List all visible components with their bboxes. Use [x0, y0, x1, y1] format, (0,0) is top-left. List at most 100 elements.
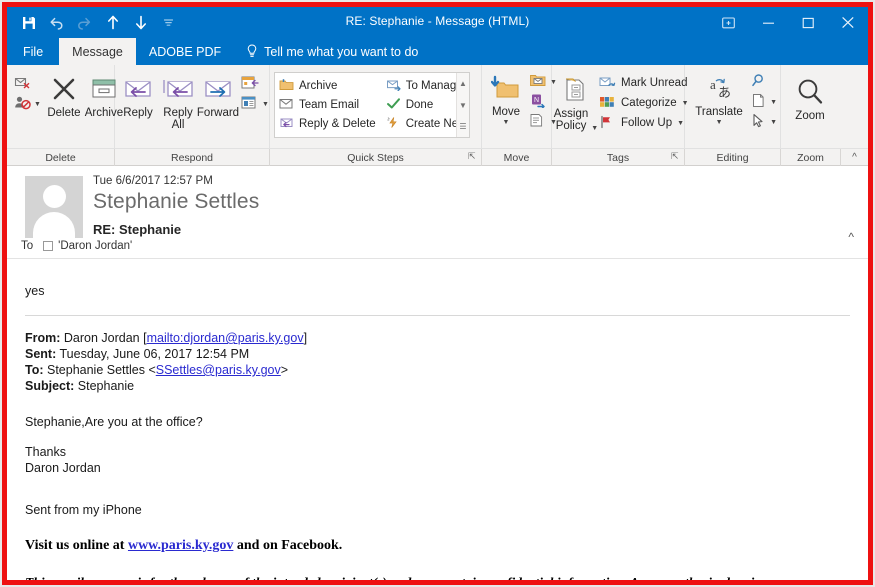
delete-label: Delete [47, 107, 81, 119]
collapse-ribbon-button[interactable]: ^ [841, 149, 868, 166]
sent-from-device: Sent from my iPhone [25, 503, 142, 517]
meeting-icon [241, 75, 259, 94]
done-check-icon [386, 97, 401, 113]
select-caret[interactable]: ▼ [770, 119, 777, 126]
quick-step-to-manager[interactable]: To Manager [386, 76, 466, 95]
quick-steps-scroll-up-icon[interactable]: ▲ [457, 73, 469, 94]
quick-step-reply-and-delete[interactable]: Reply & Delete [279, 114, 376, 133]
maximize-icon[interactable] [788, 7, 828, 38]
quick-step-done[interactable]: Done [386, 95, 467, 114]
quoted-header-sent: Sent: Tuesday, June 06, 2017 12:54 PM [25, 346, 850, 362]
follow-up-caret[interactable]: ▼ [677, 120, 684, 127]
select-button[interactable]: ▼ [748, 112, 780, 132]
move-button[interactable]: Move ▼ [486, 69, 526, 126]
to-manager-icon [386, 78, 401, 94]
group-label-quick-steps: Quick Steps ⇱ [270, 149, 482, 166]
quoted-headers: From: Daron Jordan [mailto:djordan@paris… [25, 330, 850, 394]
categorize-icon [599, 95, 616, 112]
ribbon-tab-strip: File Message ADOBE PDF Tell me what you … [7, 38, 868, 65]
quoted-from-key: From: [25, 331, 61, 345]
tab-adobe-pdf[interactable]: ADOBE PDF [136, 38, 234, 65]
quick-step-team-email[interactable]: Team Email [279, 95, 376, 114]
categorize-button[interactable]: Categorize ▼ [596, 93, 692, 113]
junk-dropdown-caret[interactable]: ▼ [34, 101, 41, 108]
visit-prefix: Visit us online at [25, 538, 128, 553]
find-button[interactable] [748, 72, 780, 92]
quick-steps-gallery: Archive Team Email Reply & Delete To Man… [274, 72, 470, 138]
create-new-icon [386, 116, 401, 132]
to-recipient-name: 'Daron Jordan' [58, 240, 133, 252]
recipient-presence-checkbox[interactable] [43, 241, 54, 251]
move-to-folder-icon [279, 78, 294, 94]
more-respond-button[interactable]: ▼ [238, 94, 272, 114]
avatar-head [43, 185, 66, 208]
find-related-caret[interactable]: ▼ [770, 99, 777, 106]
group-label-delete: Delete [7, 149, 115, 166]
quick-steps-dialog-launcher-icon[interactable]: ⇱ [468, 152, 477, 161]
more-respond-caret[interactable]: ▼ [262, 101, 269, 108]
quick-step-create-new[interactable]: Create New [386, 114, 467, 133]
group-label-editing: Editing [685, 149, 781, 166]
mark-unread-label: Mark Unread [621, 77, 688, 89]
chevron-up-icon: ^ [852, 152, 857, 163]
archive-box-icon [91, 72, 117, 106]
to-recipient-chip[interactable]: 'Daron Jordan' [43, 240, 132, 252]
tab-message[interactable]: Message [59, 38, 136, 65]
quick-steps-scroll-down-icon[interactable]: ▼ [457, 95, 469, 116]
translate-button[interactable]: aあ Translate ▼ [690, 69, 748, 126]
annotation-red-border: RE: Stephanie - Message (HTML) File Mess… [2, 2, 873, 585]
reply-all-button[interactable]: Reply All [158, 69, 198, 131]
delete-x-icon [51, 72, 77, 106]
lightbulb-icon [246, 44, 258, 59]
quoted-signer: Daron Jordan [25, 461, 101, 475]
translate-caret[interactable]: ▼ [716, 119, 723, 126]
ribbon-group-editing: aあ Translate ▼ ▼ ▼ [685, 65, 781, 149]
meeting-button[interactable] [238, 74, 272, 94]
reply-button[interactable]: Reply [118, 69, 158, 119]
move-dropdown-caret[interactable]: ▼ [503, 119, 510, 126]
zoom-button[interactable]: Zoom [781, 69, 839, 122]
website-link[interactable]: www.paris.ky.gov [128, 538, 233, 553]
message-header-collapse-chevron-up-icon[interactable]: ^ [848, 230, 854, 244]
minimize-icon[interactable] [748, 7, 788, 38]
ribbon-group-zoom: Zoom [781, 65, 841, 149]
ribbon-group-quick-steps: Archive Team Email Reply & Delete To Man… [270, 65, 482, 149]
ribbon-display-options-icon[interactable] [708, 7, 748, 38]
junk-icon [14, 95, 31, 113]
reply-all-label-line2: All [171, 119, 185, 131]
junk-button[interactable]: ▼ [11, 94, 44, 114]
tab-file[interactable]: File [7, 38, 59, 65]
reply-text: yes [25, 284, 45, 298]
quick-steps-more-icon[interactable]: ☰ [457, 116, 469, 137]
ribbon-group-respond: Reply Reply All Forward ▼ [115, 65, 270, 149]
quoted-to-value: Stephanie Settles < [43, 363, 156, 377]
quick-step-archive[interactable]: Archive [279, 76, 376, 95]
screenshot-root: RE: Stephanie - Message (HTML) File Mess… [0, 0, 875, 587]
ignore-button[interactable] [11, 74, 44, 94]
select-cursor-icon [751, 113, 767, 131]
team-email-icon [279, 97, 294, 113]
quick-step-done-label: Done [405, 98, 434, 111]
quick-steps-column-2: To Manager Done Create New [376, 73, 467, 137]
sender-mailto-link[interactable]: mailto:djordan@paris.ky.gov [147, 331, 304, 345]
follow-up-label: Follow Up [621, 117, 673, 129]
delete-button[interactable]: Delete [44, 69, 84, 119]
close-icon[interactable] [828, 7, 868, 38]
follow-up-button[interactable]: Follow Up ▼ [596, 113, 692, 133]
translate-icon: aあ [703, 71, 735, 105]
assign-policy-button[interactable]: Assign Policy ▼ [554, 69, 598, 132]
tell-me-search[interactable]: Tell me what you want to do [234, 38, 430, 65]
quoted-to-suffix: > [280, 363, 289, 377]
assign-policy-label-line2: Policy [555, 120, 587, 132]
tell-me-label: Tell me what you want to do [264, 44, 419, 59]
quoted-from-suffix: ] [303, 331, 308, 345]
onenote-icon: N [529, 93, 547, 111]
recipient-email-link[interactable]: SSettles@paris.ky.gov [156, 363, 281, 377]
quick-steps-scrollbar[interactable]: ▲ ▼ ☰ [456, 73, 469, 137]
tags-dialog-launcher-icon[interactable]: ⇱ [671, 152, 680, 161]
group-label-respond: Respond [115, 149, 270, 166]
find-related-button[interactable]: ▼ [748, 92, 780, 112]
forward-button[interactable]: Forward [197, 69, 239, 119]
mark-unread-button[interactable]: Mark Unread [596, 73, 692, 93]
